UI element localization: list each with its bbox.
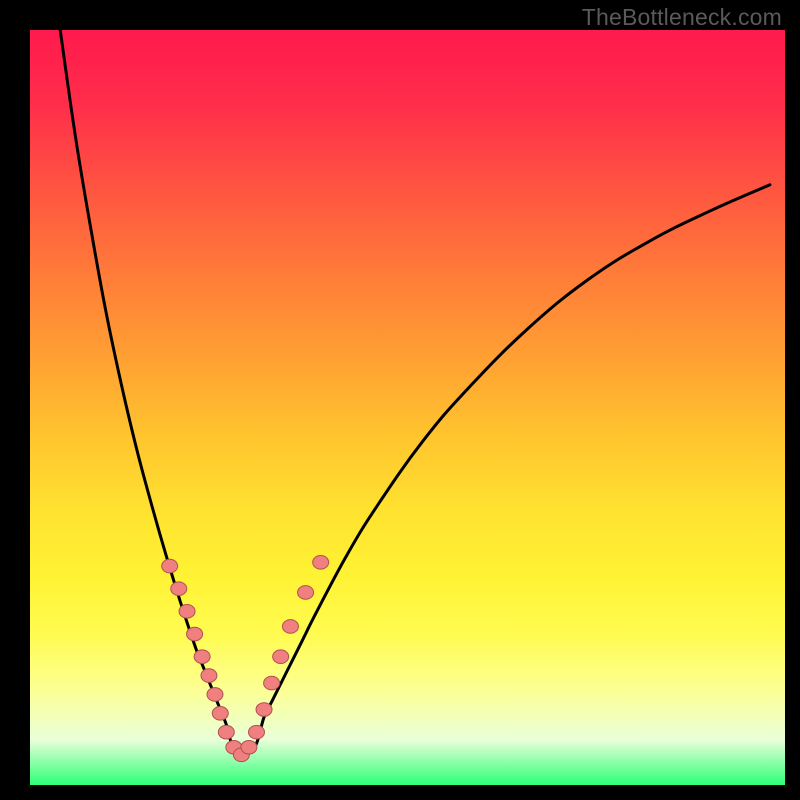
watermark-text: TheBottleneck.com [582,4,782,31]
plot-area [30,30,785,785]
data-marker [179,605,195,619]
data-marker [313,555,329,569]
data-marker [249,725,265,739]
curve-svg [30,30,785,785]
data-marker [273,650,289,664]
curve-group [60,30,770,755]
data-marker [212,706,228,720]
data-marker [162,559,178,573]
chart-frame: TheBottleneck.com [0,0,800,800]
data-marker [201,669,217,683]
data-marker [298,586,314,600]
data-marker [282,620,298,634]
data-marker [171,582,187,596]
data-marker [218,725,234,739]
data-marker [264,676,280,690]
data-marker [207,688,223,702]
bottleneck-curve [60,30,770,755]
data-marker [187,627,203,641]
marker-group [162,555,329,761]
data-marker [256,703,272,717]
data-marker [241,740,257,754]
data-marker [194,650,210,664]
